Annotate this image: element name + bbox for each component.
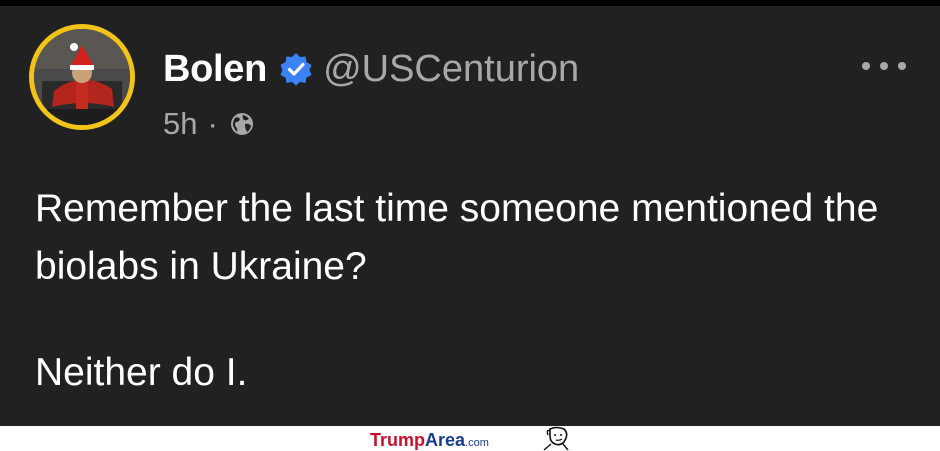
- post-body: Remember the last time someone mentioned…: [35, 180, 915, 402]
- post-text-line: Neither do I.: [35, 351, 248, 394]
- avatar[interactable]: [29, 24, 135, 130]
- more-options-icon[interactable]: [862, 56, 906, 76]
- watermark-site-tld: .com: [465, 437, 489, 449]
- post-header: Bolen @USCenturion: [163, 44, 579, 94]
- post-card: Bolen @USCenturion 5h · Remember the las…: [0, 0, 940, 426]
- avatar-image: [34, 29, 130, 125]
- watermark-bar: TrumpArea.com: [0, 426, 940, 451]
- watermark-mascot-icon: [543, 426, 569, 451]
- screenshot-frame: Bolen @USCenturion 5h · Remember the las…: [0, 0, 940, 451]
- verified-badge-icon: [279, 52, 313, 86]
- post-timestamp[interactable]: 5h: [163, 106, 197, 142]
- watermark-site-part1: Trump: [370, 430, 426, 450]
- globe-icon: [228, 110, 256, 138]
- watermark-site-part2: Area: [425, 430, 466, 450]
- post-meta: 5h ·: [163, 106, 256, 142]
- post-text-line: Remember the last time someone mentioned…: [35, 187, 879, 288]
- user-handle[interactable]: @USCenturion: [323, 48, 579, 91]
- watermark-site: TrumpArea.com: [370, 430, 489, 451]
- more-dot: [898, 62, 906, 70]
- avatar-picture-icon: [34, 29, 130, 125]
- display-name[interactable]: Bolen: [163, 48, 267, 91]
- more-dot: [880, 62, 888, 70]
- more-dot: [862, 62, 870, 70]
- meta-separator: ·: [207, 106, 218, 141]
